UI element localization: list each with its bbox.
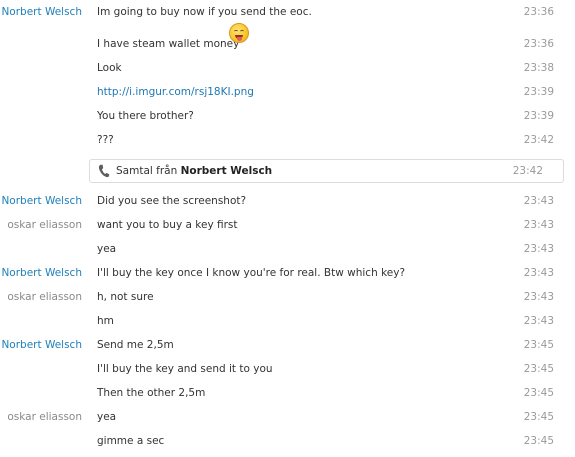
message-row: You there brother? 23:39 — [0, 107, 575, 127]
message-time: 23:43 — [523, 195, 554, 207]
sender-name[interactable]: Norbert Welsch — [1, 195, 82, 207]
call-time: 23:42 — [512, 165, 543, 177]
message-row: http://i.imgur.com/rsj18KI.png 23:39 — [0, 83, 575, 103]
call-notification[interactable]: Samtal från Norbert Welsch 23:42 — [89, 159, 564, 183]
message-time: 23:43 — [523, 267, 554, 279]
sender-name[interactable]: oskar eliasson — [7, 291, 82, 303]
message-row: yea 23:43 — [0, 240, 575, 260]
message-time: 23:36 — [523, 38, 554, 50]
message-row: Norbert Welsch Did you see the screensho… — [0, 192, 575, 212]
message-row: oskar eliasson h, not sure 23:43 — [0, 288, 575, 308]
tongue-out-smiley-icon — [229, 23, 249, 43]
message-row: I have steam wallet money 23:36 — [0, 23, 575, 55]
message-time: 23:43 — [523, 243, 554, 255]
message-time: 23:45 — [523, 363, 554, 375]
message-text: ??? — [97, 134, 114, 146]
message-time: 23:43 — [523, 315, 554, 327]
message-row: gimme a sec 23:45 — [0, 432, 575, 452]
call-text: Samtal från Norbert Welsch — [116, 165, 272, 177]
message-text: Look — [97, 62, 122, 74]
message-row: oskar eliasson yea 23:45 — [0, 408, 575, 428]
message-row: Norbert Welsch Im going to buy now if yo… — [0, 3, 575, 23]
message-text: hm — [97, 315, 114, 327]
message-text: Send me 2,5m — [97, 339, 174, 351]
sender-name[interactable]: Norbert Welsch — [1, 339, 82, 351]
message-link[interactable]: http://i.imgur.com/rsj18KI.png — [97, 86, 254, 98]
message-row: oskar eliasson want you to buy a key fir… — [0, 216, 575, 236]
message-text: I have steam wallet money — [97, 38, 240, 50]
call-caller-name: Norbert Welsch — [180, 165, 273, 177]
message-time: 23:45 — [523, 411, 554, 423]
message-time: 23:45 — [523, 339, 554, 351]
message-text: You there brother? — [97, 110, 194, 122]
message-time: 23:45 — [523, 435, 554, 447]
message-time: 23:43 — [523, 291, 554, 303]
message-row: Look 23:38 — [0, 59, 575, 79]
message-time: 23:39 — [523, 110, 554, 122]
message-time: 23:38 — [523, 62, 554, 74]
message-row: Then the other 2,5m 23:45 — [0, 384, 575, 404]
message-text: want you to buy a key first — [97, 219, 238, 231]
message-text: I'll buy the key once I know you're for … — [97, 267, 406, 279]
sender-name[interactable]: Norbert Welsch — [1, 6, 82, 18]
message-row: ??? 23:42 — [0, 131, 575, 151]
message-text: I'll buy the key and send it to you — [97, 363, 273, 375]
sender-name[interactable]: oskar eliasson — [7, 411, 82, 423]
phone-icon — [98, 164, 110, 178]
message-time: 23:43 — [523, 219, 554, 231]
message-time: 23:45 — [523, 387, 554, 399]
message-row: Norbert Welsch I'll buy the key once I k… — [0, 264, 575, 284]
message-text: yea — [97, 411, 117, 423]
message-text: h, not sure — [97, 291, 154, 303]
message-time: 23:42 — [523, 134, 554, 146]
message-text: gimme a sec — [97, 435, 165, 447]
message-text: Im going to buy now if you send the eoc. — [97, 6, 312, 18]
message-text: yea — [97, 243, 117, 255]
message-text: Then the other 2,5m — [97, 387, 206, 399]
message-time: 23:39 — [523, 86, 554, 98]
message-row: I'll buy the key and send it to you 23:4… — [0, 360, 575, 380]
message-row: Norbert Welsch Send me 2,5m 23:45 — [0, 336, 575, 356]
sender-name[interactable]: Norbert Welsch — [1, 267, 82, 279]
message-time: 23:36 — [523, 6, 554, 18]
message-row: hm 23:43 — [0, 312, 575, 332]
sender-name[interactable]: oskar eliasson — [7, 219, 82, 231]
message-text: Did you see the screenshot? — [97, 195, 247, 207]
call-prefix: Samtal från — [116, 165, 178, 177]
